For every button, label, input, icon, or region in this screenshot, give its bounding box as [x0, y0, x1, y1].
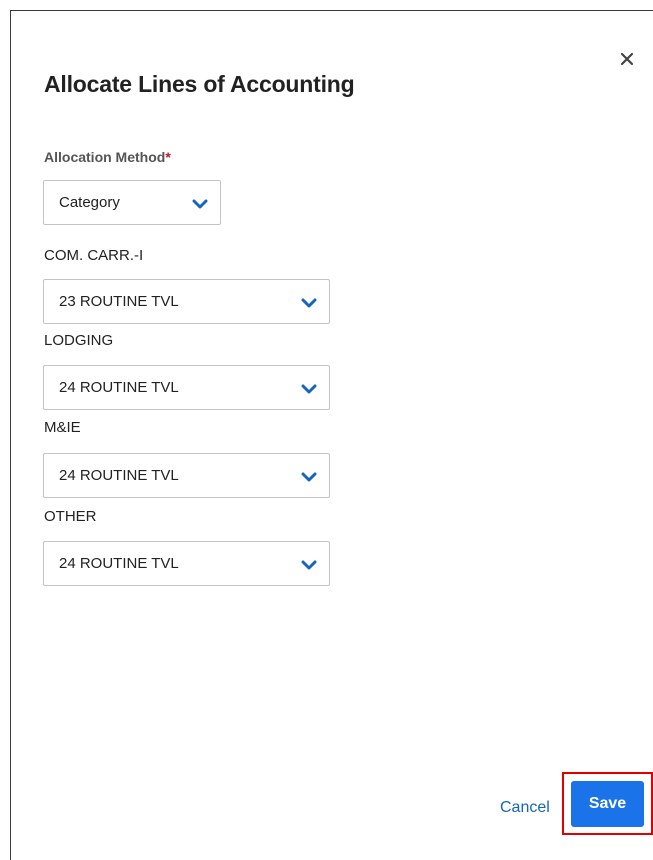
allocate-loa-dialog: Allocate Lines of Accounting Allocation … [10, 10, 653, 860]
chevron-down-icon [301, 296, 317, 308]
loa-select-lodging[interactable]: 24 ROUTINE TVL [43, 365, 330, 410]
allocation-method-value: Category [59, 194, 120, 211]
chevron-down-icon [301, 558, 317, 570]
allocation-method-select[interactable]: Category [43, 180, 221, 225]
cancel-button[interactable]: Cancel [500, 799, 550, 817]
category-label-com-carr: COM. CARR.-I [44, 247, 144, 264]
category-label-mie: M&IE [44, 419, 81, 436]
chevron-down-icon [301, 470, 317, 482]
required-marker: * [165, 149, 171, 165]
allocation-method-label-text: Allocation Method [44, 149, 166, 165]
chevron-down-icon [192, 197, 208, 209]
loa-select-mie[interactable]: 24 ROUTINE TVL [43, 453, 330, 498]
save-button[interactable]: Save [571, 781, 644, 827]
loa-select-com-carr[interactable]: 23 ROUTINE TVL [43, 279, 330, 324]
loa-select-other[interactable]: 24 ROUTINE TVL [43, 541, 330, 586]
loa-select-value: 24 ROUTINE TVL [59, 467, 179, 484]
loa-select-value: 24 ROUTINE TVL [59, 555, 179, 572]
loa-select-value: 23 ROUTINE TVL [59, 293, 179, 310]
loa-select-value: 24 ROUTINE TVL [59, 379, 179, 396]
category-label-other: OTHER [44, 508, 97, 525]
close-icon[interactable] [618, 50, 636, 68]
dialog-title: Allocate Lines of Accounting [44, 71, 355, 97]
chevron-down-icon [301, 382, 317, 394]
category-label-lodging: LODGING [44, 332, 114, 349]
allocation-method-label: Allocation Method* [44, 149, 171, 165]
